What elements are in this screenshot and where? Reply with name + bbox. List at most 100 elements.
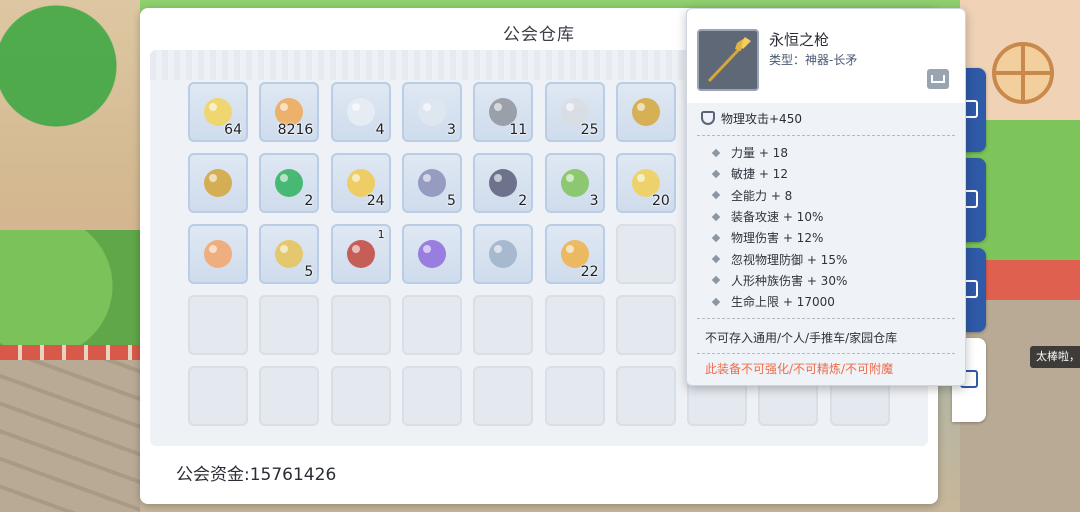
bullet-icon [711,148,721,157]
bullet-icon [711,254,721,264]
stat-text: 生命上限 + 17000 [731,295,835,310]
bullet-icon [711,276,721,285]
storage-restriction-note: 不可存入通用/个人/手推车/家园仓库 [705,331,898,346]
stat-row: 敏捷 + 12 [697,163,955,184]
empty-slot[interactable] [259,295,320,355]
item-slot[interactable] [188,153,248,213]
green-emblem-icon [555,163,595,203]
guild-funds: 公会资金:15761426 [176,465,337,485]
item-slot[interactable]: 3 [401,82,462,142]
item-quantity: 3 [446,122,456,138]
item-slot[interactable] [473,224,534,284]
stat-text: 装备攻速 + 10% [731,210,824,225]
item-quantity: 5 [446,193,456,209]
item-quantity: 5 [304,264,314,280]
bullet-icon [711,212,721,221]
empty-slot[interactable] [544,295,605,355]
item-slot[interactable]: 24 [330,153,391,213]
silver-ring-icon [483,234,523,274]
spear-item-icon [697,29,759,91]
divider [697,353,955,355]
shield-icon [701,111,715,125]
item-quantity: 2 [304,193,314,209]
empty-slot[interactable] [401,366,462,426]
item-quantity: 11 [509,122,528,138]
item-quantity: 8216 [277,122,314,138]
item-slot[interactable]: 20 [615,153,676,213]
item-slot[interactable]: 5 [401,153,462,213]
stat-text: 忽视物理防御 + 15% [731,252,848,267]
item-quantity: 4 [375,122,385,138]
item-slot[interactable]: 1 [330,224,391,284]
item-quantity: 2 [518,193,528,209]
item-slot[interactable]: 22 [544,224,605,284]
item-slot[interactable]: 4 [330,82,391,142]
item-quantity: 3 [589,193,599,209]
empty-slot[interactable] [188,366,248,426]
golden-spear-icon [626,92,666,132]
light-dust-icon [412,92,452,132]
item-slot[interactable]: 2 [259,153,320,213]
tooltip-header: 永恒之枪 类型：神器-长矛 [687,9,965,103]
main-stat-text: 物理攻击+450 [721,111,802,126]
empty-slot[interactable] [401,295,462,355]
stat-row: 生命上限 + 17000 [697,291,955,312]
main-stat-row: 物理攻击+450 [697,107,955,129]
stat-text: 全能力 + 8 [731,188,793,203]
item-slot[interactable] [615,82,676,142]
stat-text: 敏捷 + 12 [731,167,788,182]
empty-slot[interactable] [330,366,391,426]
stat-row: 力量 + 18 [697,142,955,163]
divider [697,135,955,136]
item-quantity: 25 [580,122,599,138]
item-quantity: 24 [366,193,385,209]
item-slot[interactable] [188,224,248,284]
bullet-icon [711,233,721,243]
item-slot[interactable]: 2 [473,153,534,213]
stat-row: 忽视物理防御 + 15% [697,248,955,269]
item-slot[interactable]: 5 [259,224,320,284]
bound-badge-icon [927,69,949,89]
item-slot[interactable]: 11 [473,82,534,142]
item-quantity: 20 [651,193,670,209]
item-name: 永恒之枪 [769,31,830,49]
empty-slot[interactable] [615,224,676,284]
item-slot[interactable]: 8216 [259,82,320,142]
stat-row: 物理伤害 + 12% [697,227,955,248]
empty-slot[interactable] [259,366,320,426]
empty-slot[interactable] [615,366,676,426]
item-slot[interactable]: 25 [544,82,605,142]
bullet-icon [711,190,721,200]
stat-list: 力量 + 18 敏捷 + 12 全能力 + 8 装备攻速 + 10% 物理伤害 + 12… [697,142,955,312]
item-slot[interactable] [401,224,462,284]
tooltip-body: 物理攻击+450 力量 + 18 敏捷 + 12 全能力 + 8 装备攻速 + 10%… [697,107,955,380]
steel-gauntlet-icon [412,163,452,203]
stat-text: 人形种族伤害 + 30% [731,273,848,288]
enhance-restriction-warning: 此装备不可强化/不可精炼/不可附魔 [705,362,894,377]
item-quantity: 22 [580,264,599,280]
empty-slot[interactable] [188,295,248,355]
bullet-icon [711,169,721,179]
stat-row: 装备攻速 + 10% [697,206,955,227]
divider [697,318,955,320]
item-slot[interactable]: 64 [188,82,248,142]
orange-orb-icon [198,234,238,274]
empty-slot[interactable] [615,295,676,355]
stat-row: 人形种族伤害 + 30% [697,270,955,291]
background-round-window [992,42,1054,104]
empty-slot[interactable] [544,366,605,426]
empty-slot[interactable] [473,295,534,355]
stat-row: 全能力 + 8 [697,185,955,206]
stat-text: 力量 + 18 [731,146,788,161]
snowflake-icon [341,92,381,132]
golden-staff-icon [198,163,238,203]
violet-crystal-icon [412,234,452,274]
item-quantity: 64 [224,122,242,138]
empty-slot[interactable] [473,366,534,426]
item-tooltip: 永恒之枪 类型：神器-长矛 物理攻击+450 力量 + 18 敏捷 + 12 全能力… [686,8,966,386]
item-quantity: 1 [377,228,385,241]
item-slot[interactable]: 3 [544,153,605,213]
bullet-icon [711,297,721,306]
empty-slot[interactable] [330,295,391,355]
background-road [0,360,140,512]
